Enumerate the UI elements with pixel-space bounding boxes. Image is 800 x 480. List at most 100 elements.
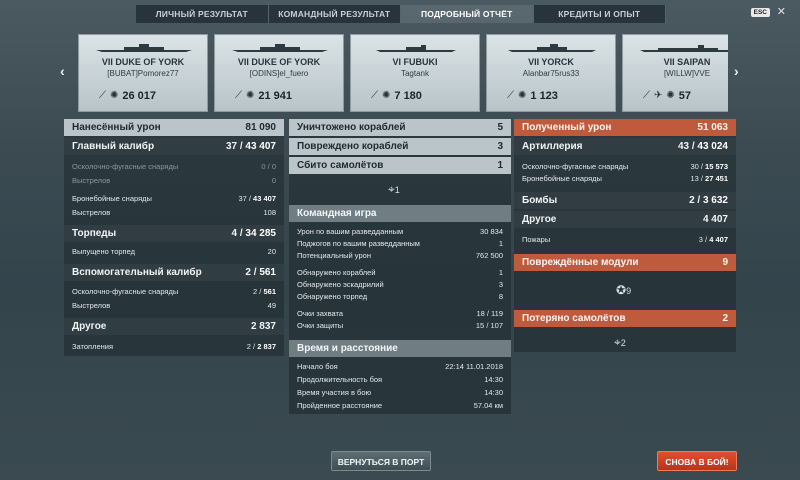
value: 2 837 bbox=[250, 321, 276, 332]
battle-again-button[interactable]: СНОВА В БОЙ! bbox=[657, 451, 737, 471]
value: 15 / 107 bbox=[475, 321, 503, 330]
label: Выстрелов bbox=[72, 301, 111, 310]
label: Потенциальный урон bbox=[297, 251, 371, 260]
label: Время и расстояние bbox=[297, 343, 398, 354]
crosshair-count: 1 bbox=[394, 185, 400, 195]
label: Время участия в бою bbox=[297, 388, 372, 397]
team-play-header: Командная игра bbox=[289, 205, 511, 222]
bombs-row: Бомбы 2 / 3 632 bbox=[514, 192, 736, 209]
secondary-shots-row: Выстрелов 49 bbox=[64, 300, 284, 312]
value: 3 bbox=[498, 280, 503, 289]
team-row: Урон по вашим разведданным 30 834 bbox=[289, 226, 511, 238]
label: Сбито самолётов bbox=[297, 160, 384, 171]
value: 81 090 bbox=[245, 122, 276, 133]
torpedo-icon: ⟋ bbox=[507, 90, 514, 101]
label: Осколочно-фугасные снаряды bbox=[72, 162, 179, 171]
ship-name: VI FUBUKI bbox=[392, 57, 438, 67]
received-ap-row: Бронебойные снаряды 13 / 27 451 bbox=[514, 173, 736, 185]
tab-personal-result[interactable]: ЛИЧНЫЙ РЕЗУЛЬТАТ bbox=[136, 5, 269, 23]
value: 2 / 3 632 bbox=[689, 195, 728, 206]
team-row: Обнаружено торпед 8 bbox=[289, 291, 511, 303]
return-to-port-button[interactable]: ВЕРНУТЬСЯ В ПОРТ bbox=[331, 451, 431, 471]
damage-dealt-header: Нанесённый урон 81 090 bbox=[64, 119, 284, 136]
other-damage-row: Другое 2 837 bbox=[64, 318, 284, 335]
ship-card[interactable]: VII SAIPAN [WILLW]VVE ⟋ ✈ ✺ 57 bbox=[622, 34, 728, 112]
value: 2 / 561 bbox=[253, 287, 276, 296]
ship-name: VII DUKE OF YORK bbox=[237, 57, 321, 67]
player-name: [WILLW]VVE bbox=[663, 69, 711, 78]
damage-value: 1 123 bbox=[530, 90, 558, 102]
value: 57.04 км bbox=[473, 401, 503, 410]
label: Пройденное расстояние bbox=[297, 401, 383, 410]
chevron-right-icon[interactable]: › bbox=[734, 63, 739, 79]
label: Урон по вашим разведданным bbox=[297, 227, 404, 236]
value: 3 / 4 407 bbox=[698, 235, 728, 244]
value: 9 bbox=[722, 257, 728, 268]
planes-lost-header: Потеряно самолётов 2 bbox=[514, 310, 736, 327]
value: 2 / 561 bbox=[245, 267, 276, 278]
ship-silhouette-icon bbox=[96, 44, 192, 52]
label: Потеряно самолётов bbox=[522, 313, 626, 324]
label: Полученный урон bbox=[522, 122, 612, 133]
main-battery-row: Главный калибр 37 / 43 407 bbox=[64, 138, 284, 155]
ship-card[interactable]: VII DUKE OF YORK [BUBAT]Pomorez77 ⟋ ✺ 26 0… bbox=[78, 34, 208, 112]
value: 0 bbox=[271, 176, 276, 185]
ship-card[interactable]: VI FUBUKI Tagtank ⟋ ✺ 7 180 bbox=[350, 34, 480, 112]
time-row: Пройденное расстояние 57.04 км bbox=[289, 400, 511, 412]
label: Обнаружено торпед bbox=[297, 292, 368, 301]
explosion-icon: ✺ bbox=[110, 90, 119, 101]
player-name: Alanbar75rus33 bbox=[522, 69, 580, 78]
artillery-row: Артиллерия 43 / 43 024 bbox=[514, 138, 736, 155]
player-name: [ODINS]el_fuero bbox=[249, 69, 309, 78]
label: Повреждённые модули bbox=[522, 257, 639, 268]
value: 49 bbox=[267, 301, 276, 310]
label: Повреждено кораблей bbox=[297, 141, 409, 152]
label: Бронебойные снаряды bbox=[72, 194, 152, 203]
value: 0 / 0 bbox=[261, 162, 276, 171]
value: 2 / 2 837 bbox=[246, 342, 276, 351]
label: Другое bbox=[72, 321, 107, 332]
damage-value: 7 180 bbox=[394, 90, 422, 102]
label: Осколочно-фугасные снаряды bbox=[72, 287, 179, 296]
received-other-row: Другое 4 407 bbox=[514, 211, 736, 228]
ship-card[interactable]: VII YORCK Alanbar75rus33 ⟋ ✺ 1 123 bbox=[486, 34, 616, 112]
torpedo-icon: ⟋ bbox=[371, 90, 378, 101]
player-name: Tagtank bbox=[400, 69, 430, 78]
explosion-icon: ✺ bbox=[246, 90, 255, 101]
torpedoes-row: Торпеды 4 / 34 285 bbox=[64, 225, 284, 242]
label: Поджогов по вашим разведданным bbox=[297, 239, 420, 248]
damage-value: 26 017 bbox=[122, 90, 157, 102]
crosshair-icon: ⌖1 bbox=[388, 182, 400, 196]
ship-name: VII SAIPAN bbox=[663, 57, 711, 67]
tab-team-result[interactable]: КОМАНДНЫЙ РЕЗУЛЬТАТ bbox=[268, 5, 401, 23]
damage-value: 57 bbox=[678, 90, 692, 102]
value: 43 / 43 024 bbox=[677, 141, 728, 152]
team-row: Очки захвата 18 / 119 bbox=[289, 308, 511, 320]
label: Артиллерия bbox=[522, 141, 583, 152]
damaged-module-icon: ✪9 bbox=[616, 283, 632, 297]
value: 13 / 27 451 bbox=[690, 174, 728, 183]
label: Обнаружено эскадрилий bbox=[297, 280, 384, 289]
value: 18 / 119 bbox=[476, 309, 503, 318]
damage-received-header: Полученный урон 51 063 bbox=[514, 119, 736, 136]
label: Другое bbox=[522, 214, 557, 225]
ship-card[interactable]: VII DUKE OF YORK [ODINS]el_fuero ⟋ ✺ 21 94… bbox=[214, 34, 344, 112]
module-count: 9 bbox=[626, 286, 632, 296]
value: 20 bbox=[267, 247, 276, 256]
chevron-left-icon[interactable]: ‹ bbox=[60, 63, 65, 79]
tab-credits-xp[interactable]: КРЕДИТЫ И ОПЫТ bbox=[533, 5, 666, 23]
label: Главный калибр bbox=[72, 141, 155, 152]
label: Нанесённый урон bbox=[72, 122, 161, 133]
explosion-icon: ✺ bbox=[518, 90, 527, 101]
value: 14:30 bbox=[484, 375, 503, 384]
close-icon[interactable]: ✕ bbox=[777, 5, 786, 18]
value: 1 bbox=[497, 160, 503, 171]
label: Вспомогательный калибр bbox=[72, 267, 202, 278]
he-shells-row: Осколочно-фугасные снаряды 0 / 0 bbox=[64, 161, 284, 173]
tab-detailed-report[interactable]: ПОДРОБНЫЙ ОТЧЁТ bbox=[401, 5, 534, 23]
label: Уничтожено кораблей bbox=[297, 122, 406, 133]
value: 3 bbox=[497, 141, 503, 152]
ship-name: VII YORCK bbox=[528, 57, 574, 67]
value: 4 407 bbox=[702, 214, 728, 225]
label: Начало боя bbox=[297, 362, 338, 371]
